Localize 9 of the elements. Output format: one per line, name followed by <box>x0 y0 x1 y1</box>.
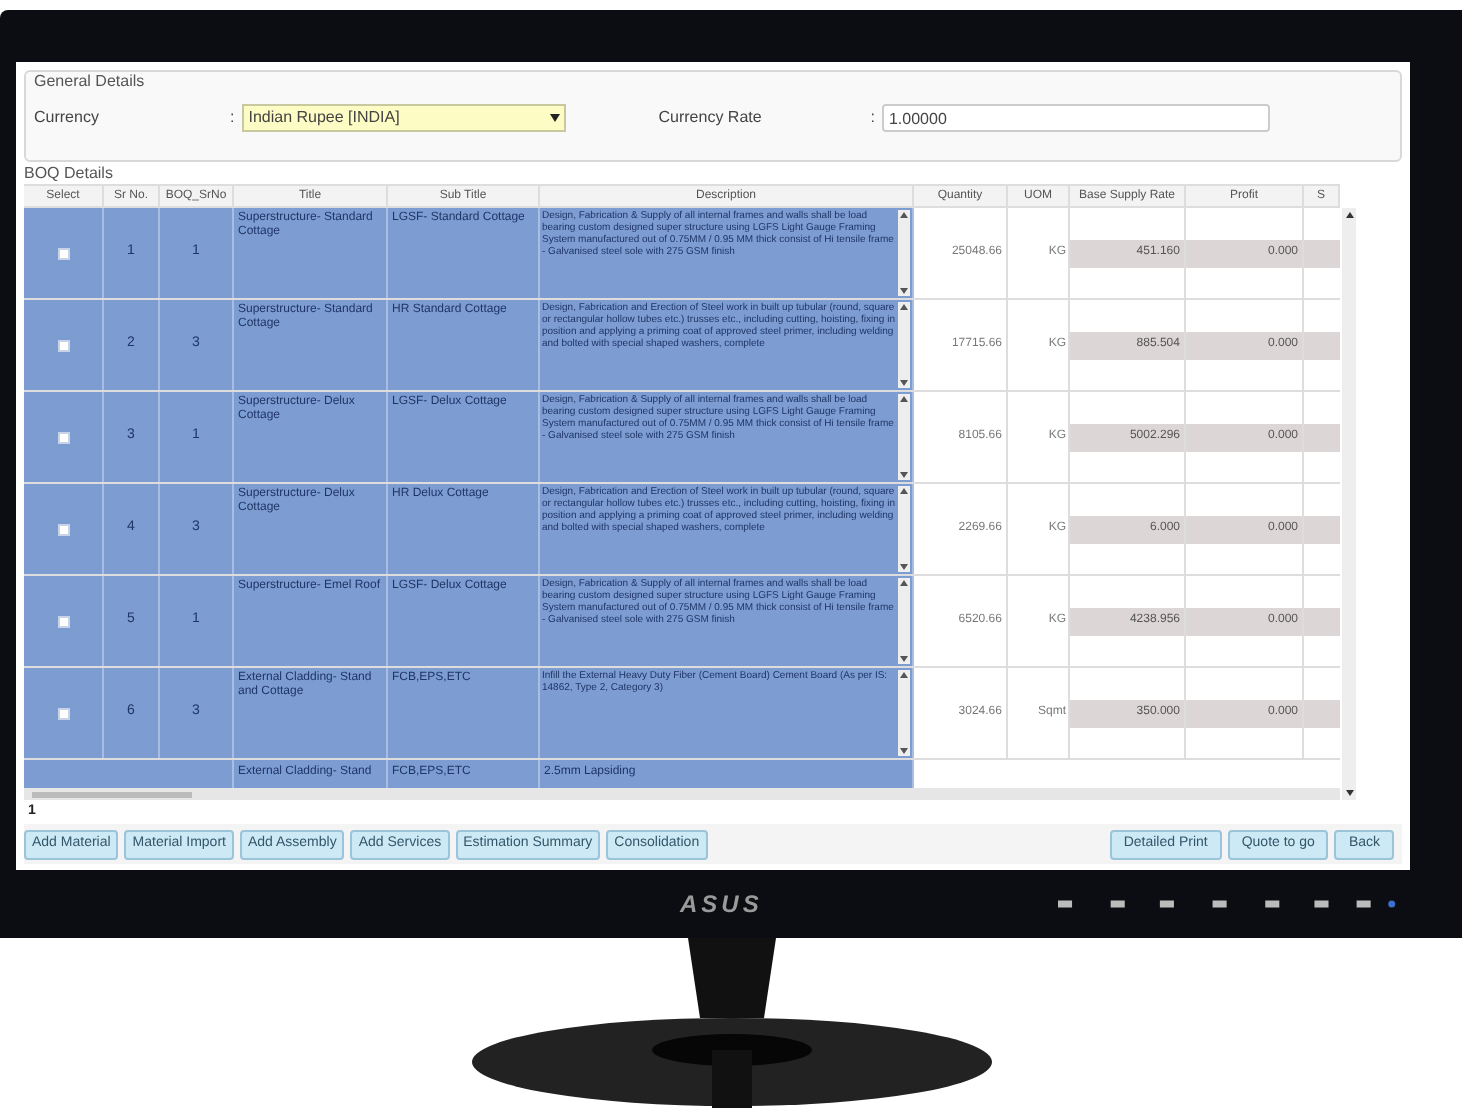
currency-select[interactable]: Indian Rupee [INDIA] <box>242 104 567 132</box>
section-legend: BOQ Details <box>24 164 1402 184</box>
colon: : <box>870 106 875 130</box>
currency-rate-field[interactable]: 1.00000 <box>882 104 1271 132</box>
monitor-logo: ASUS <box>680 888 763 922</box>
colon: : <box>230 106 235 130</box>
section-legend: General Details <box>34 72 1392 92</box>
field-label: Currency <box>34 106 101 130</box>
field-label: Currency Rate <box>658 106 764 130</box>
